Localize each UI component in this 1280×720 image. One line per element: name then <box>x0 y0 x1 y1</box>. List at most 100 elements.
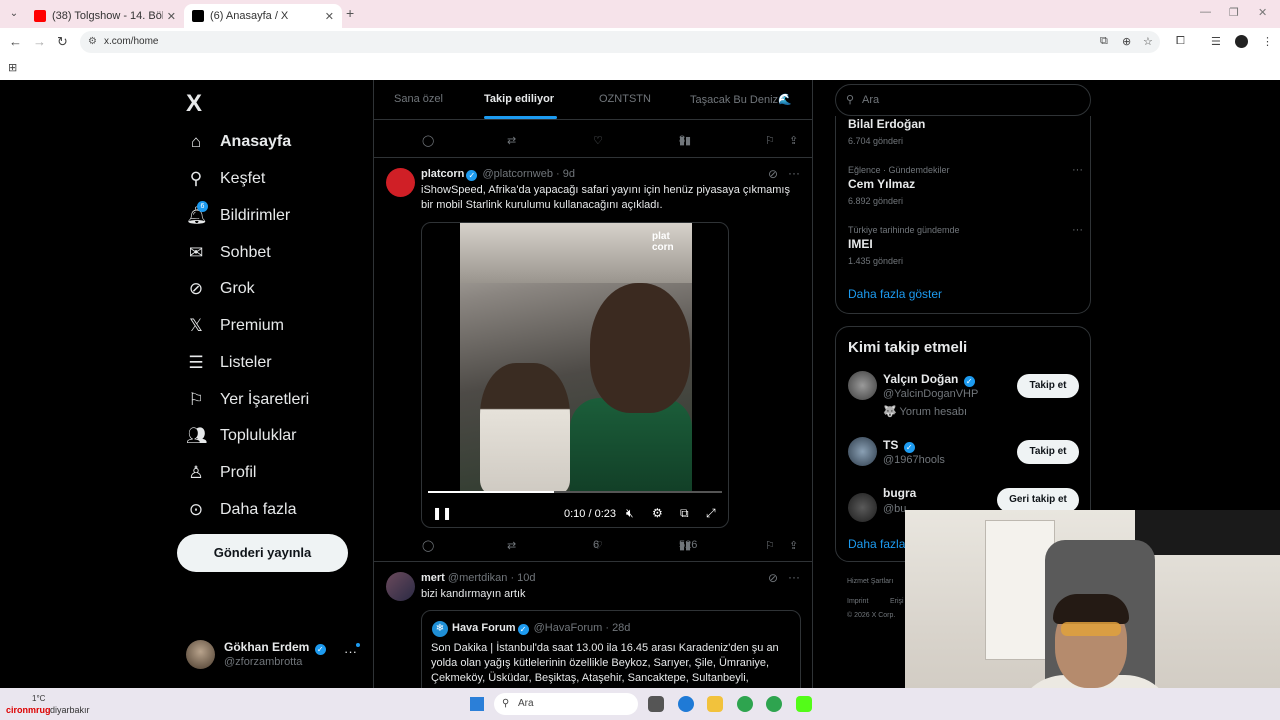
pip-icon[interactable]: ⧉ <box>680 506 689 521</box>
mute-icon[interactable]: 🔇︎ <box>626 506 634 521</box>
show-more-link[interactable]: Daha fazla göster <box>848 287 942 301</box>
suggestion-name: Yalçın Doğan <box>883 372 959 386</box>
avatar[interactable] <box>386 168 415 197</box>
more-options-icon[interactable]: ··· <box>788 570 800 584</box>
views-value: 526 <box>679 539 698 551</box>
post-button[interactable]: Gönderi yayınla <box>177 534 348 572</box>
post-time[interactable]: · 9d <box>556 168 575 180</box>
avatar[interactable] <box>848 371 877 400</box>
footer-link[interactable]: Hizmet Şartları <box>847 578 893 585</box>
tab-for-you[interactable]: Sana özel <box>394 93 443 105</box>
tab-tasacak-bu-deniz[interactable]: Taşacak Bu Deniz🌊 <box>690 93 792 106</box>
account-switcher[interactable]: Gökhan Erdem ✓ @zforzambrotta ··· <box>186 638 366 672</box>
zoom-icon[interactable]: ⊕ <box>1122 35 1131 48</box>
show-more-link[interactable]: Daha fazla <box>848 537 905 551</box>
file-explorer-icon[interactable] <box>707 696 723 712</box>
chrome-icon[interactable] <box>737 696 753 712</box>
tab-search-dropdown[interactable]: ⌄ <box>6 6 22 22</box>
trend-more-icon[interactable]: ··· <box>1072 224 1083 236</box>
snowflake-icon: ❄ <box>432 621 448 637</box>
follow-button[interactable]: Takip et <box>1017 374 1079 398</box>
tab-following[interactable]: Takip ediliyor <box>484 93 554 105</box>
pause-icon[interactable]: ❚❚ <box>432 506 452 520</box>
sidebar-item-grok[interactable]: ⊘ Grok <box>186 274 255 304</box>
follow-back-button[interactable]: Geri takip et <box>997 488 1079 512</box>
browser-tab-x[interactable]: (6) Anasayfa / X ✕ <box>184 4 342 28</box>
reading-list-icon[interactable]: ☰ <box>1211 35 1221 48</box>
grok-icon[interactable]: ⊘ <box>768 167 778 181</box>
minimize-icon[interactable]: — <box>1200 6 1211 18</box>
post-author[interactable]: platcorn <box>421 168 464 180</box>
video-progress-bar[interactable] <box>428 491 722 493</box>
share-icon[interactable]: ⇪ <box>789 134 798 147</box>
sidebar-item-bookmarks[interactable]: ⚐ Yer İşaretleri <box>186 385 309 415</box>
install-app-icon[interactable]: ⧉ <box>1100 35 1108 48</box>
footer-link[interactable]: Imprint <box>847 598 868 605</box>
like-icon[interactable]: ♡ <box>593 134 603 147</box>
x-logo-icon[interactable]: X <box>186 90 202 118</box>
sidebar-item-profile[interactable]: ♙ Profil <box>186 458 256 488</box>
apps-grid-icon[interactable]: ⊞ <box>8 61 17 74</box>
post-handle[interactable]: @platcornweb <box>482 168 552 180</box>
tab-ozntstn[interactable]: OZNTSTN <box>599 93 651 105</box>
more-options-icon[interactable]: ··· <box>344 644 357 659</box>
maximize-icon[interactable]: ❐ <box>1229 6 1239 19</box>
back-icon[interactable]: ← <box>9 34 22 49</box>
post-handle[interactable]: @mertdikan <box>448 572 507 584</box>
post-time[interactable]: · 10d <box>510 572 535 584</box>
close-window-icon[interactable]: ✕ <box>1258 6 1267 19</box>
follow-button[interactable]: Takip et <box>1017 440 1079 464</box>
quoted-post[interactable]: ❄ Hava Forum ✓ @HavaForum · 28d Son Dakik… <box>421 610 801 688</box>
windows-start-icon[interactable] <box>470 697 484 711</box>
video-player[interactable]: plat corn ❚❚ 0:10 / 0:23 🔇︎ ⚙ ⧉ ⤢ <box>421 222 729 528</box>
settings-icon[interactable]: ⚙ <box>652 506 663 520</box>
kick-icon[interactable] <box>796 696 812 712</box>
footer-link[interactable]: Erişi <box>890 598 904 605</box>
address-bar[interactable]: ⚙ x.com/home <box>80 31 1160 53</box>
video-scene <box>590 283 690 413</box>
sidebar-item-premium[interactable]: 𝕏 Premium <box>186 311 284 341</box>
chrome-profile-icon[interactable] <box>766 696 782 712</box>
sidebar-item-more[interactable]: ⊙ Daha fazla <box>186 495 297 525</box>
trend-more-icon[interactable]: ··· <box>1072 164 1083 176</box>
close-tab-icon[interactable]: ✕ <box>325 10 334 23</box>
sidebar-item-lists[interactable]: ☰ Listeler <box>186 348 271 378</box>
fullscreen-icon[interactable]: ⤢ <box>706 506 716 521</box>
close-tab-icon[interactable]: ✕ <box>167 10 176 23</box>
browser-tab-youtube[interactable]: (38) Tolgshow - 14. Bölüm | Bir... ✕ <box>26 4 184 28</box>
share-icon[interactable]: ⇪ <box>789 539 798 552</box>
forward-icon[interactable]: → <box>33 34 46 49</box>
url-text: x.com/home <box>104 36 159 47</box>
post-actions: ◯ ⇄ ♡ ▮▮ 8 ⚐ ⇪ <box>421 134 801 150</box>
reply-icon[interactable]: ◯ <box>422 134 434 147</box>
extensions-icon[interactable]: ⧠ <box>1176 35 1185 48</box>
sidebar-item-messages[interactable]: ✉ Sohbet <box>186 238 271 268</box>
search-input[interactable]: ⚲ Ara <box>835 84 1091 116</box>
repost-icon[interactable]: ⇄ <box>507 134 516 147</box>
new-tab-button[interactable]: + <box>346 5 354 21</box>
post-author[interactable]: mert <box>421 572 445 584</box>
bookmark-icon[interactable]: ⚐ <box>765 134 775 147</box>
avatar[interactable] <box>848 437 877 466</box>
bookmark-star-icon[interactable]: ☆ <box>1143 35 1153 48</box>
more-options-icon[interactable]: ··· <box>788 166 800 180</box>
reload-icon[interactable]: ↻ <box>57 34 68 50</box>
sidebar-item-notifications[interactable]: 🔔︎ 6 Bildirimler <box>186 201 290 231</box>
profile-avatar-icon[interactable] <box>1235 35 1248 48</box>
account-name-row: Gökhan Erdem ✓ <box>224 640 328 655</box>
avatar[interactable] <box>848 493 877 522</box>
site-info-icon[interactable]: ⚙ <box>88 31 97 53</box>
bookmark-icon[interactable]: ⚐ <box>765 539 775 552</box>
sidebar-item-home[interactable]: ⌂ Anasayfa <box>186 127 291 157</box>
browser-menu-icon[interactable]: ⋮ <box>1262 35 1273 48</box>
repost-icon[interactable]: ⇄ <box>507 539 516 552</box>
task-view-icon[interactable] <box>648 696 664 712</box>
sidebar-item-communities[interactable]: 👥︎ Topluluklar <box>186 421 296 451</box>
sidebar-item-explore[interactable]: ⚲ Keşfet <box>186 164 266 194</box>
reply-icon[interactable]: ◯ <box>422 539 434 552</box>
taskbar-search[interactable]: ⚲ Ara <box>494 693 638 715</box>
edge-icon[interactable] <box>678 696 694 712</box>
search-icon: ⚲ <box>502 698 510 709</box>
avatar[interactable] <box>386 572 415 601</box>
grok-icon[interactable]: ⊘ <box>768 571 778 585</box>
